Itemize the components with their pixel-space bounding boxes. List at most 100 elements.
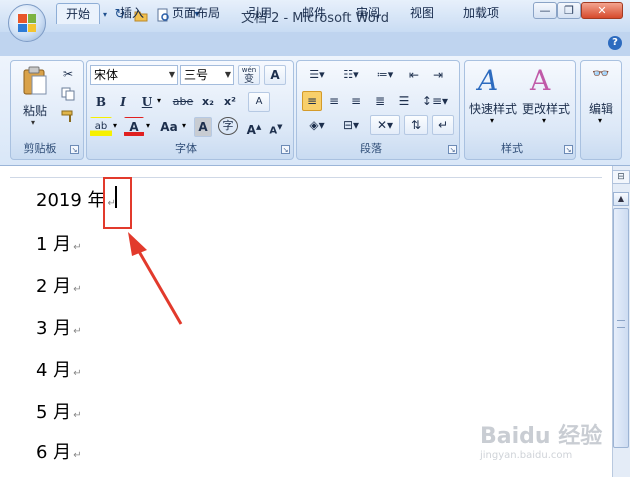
font-name-combo[interactable]: 宋体 ▼ [90,65,178,85]
tab-references[interactable]: 引用 [240,3,280,24]
change-styles-label: 更改样式 [521,102,570,116]
clipboard-launcher-icon[interactable]: ↘ [70,145,79,154]
editing-label: 编辑 [588,102,613,116]
doc-line-3[interactable]: 2 月 ↵ [36,272,82,298]
close-button[interactable]: ✕ [581,2,623,19]
quick-styles-icon: A [478,64,499,97]
text-highlight-button[interactable]: ab [90,117,112,137]
paragraph-mark: ↵ [73,326,82,337]
align-right-icon[interactable]: ≡ [346,91,366,111]
grow-font-button[interactable]: A▲ [244,117,264,137]
shrink-font-button[interactable]: A▼ [266,117,286,137]
styles-launcher-icon[interactable]: ↘ [564,145,573,154]
baidu-watermark: Baidu 经验 jingyan.baidu.com [480,418,605,468]
restore-button[interactable]: ❐ [557,2,581,19]
paste-label: 粘贴 [22,104,47,118]
character-shading-button[interactable]: A [194,117,212,137]
tab-home[interactable]: 开始 [56,3,100,24]
doc-line-7[interactable]: 6 月 ↵ [36,438,82,464]
doc-line-5[interactable]: 4 月 ↵ [36,356,82,382]
italic-button[interactable]: I [114,92,132,112]
split-box-icon[interactable]: ⊟ [612,170,630,184]
paste-button[interactable]: 粘贴 ▾ [18,64,52,134]
justify-icon[interactable]: ≣ [370,91,390,111]
paragraph-launcher-icon[interactable]: ↘ [448,145,457,154]
paragraph-mark: ↵ [73,410,82,421]
change-case-button[interactable]: Aa [156,117,182,137]
change-styles-button[interactable]: A 更改样式 ▾ [520,64,572,136]
strikethrough-button[interactable]: abe [170,92,196,112]
tab-mailings[interactable]: 邮件 [294,3,334,24]
paragraph-mark: ↵ [73,450,82,461]
change-case-dropdown-icon[interactable]: ▾ [182,121,186,130]
underline-dropdown-icon[interactable]: ▾ [157,96,161,105]
decrease-indent-icon[interactable]: ⇤ [404,65,424,85]
ribbon-tabs [0,32,630,56]
annotation-highlight-box [103,177,132,229]
watermark-main: Baidu 经验 [480,424,603,449]
editing-button[interactable]: 👓 编辑 ▾ [582,64,620,136]
phonetic-guide-button[interactable]: wén 变 [238,65,260,85]
distributed-icon[interactable]: ☰ [394,91,414,111]
tab-review[interactable]: 审阅 [348,3,388,24]
show-marks-icon[interactable]: ↵ [432,115,454,135]
phonetic-guide-char: 变 [244,74,254,85]
doc-line-2[interactable]: 1 月 ↵ [36,230,82,256]
copy-icon[interactable] [58,86,78,106]
underline-button[interactable]: U [138,92,156,112]
quick-styles-button[interactable]: A 快速样式 ▾ [468,64,518,136]
help-icon[interactable]: ? [608,36,622,50]
tab-insert[interactable]: 插入 [112,3,152,24]
borders-icon[interactable]: ⊟▾ [336,115,366,135]
font-color-dropdown-icon[interactable]: ▾ [146,121,150,130]
align-center-icon[interactable]: ≡ [324,91,344,111]
quick-styles-label: 快速样式 [468,102,517,116]
doc-line-text: 1 月 [36,234,72,255]
font-size-combo[interactable]: 三号 ▼ [180,65,234,85]
numbering-icon[interactable]: ☷▾ [336,65,366,85]
paragraph-group-label: 段落 [360,142,382,155]
subscript-button[interactable]: x₂ [198,92,218,112]
doc-line-text: 4 月 [36,360,72,381]
tab-addins[interactable]: 加载项 [456,3,506,24]
paragraph-mark: ↵ [73,242,82,253]
shading-icon[interactable]: ◈▾ [302,115,332,135]
editing-dropdown-icon: ▾ [598,116,603,125]
tab-page-layout[interactable]: 页面布局 [166,3,226,24]
multilevel-list-icon[interactable]: ≔▾ [370,65,400,85]
doc-line-text: 3 月 [36,318,72,339]
bold-button[interactable]: B [92,92,110,112]
binoculars-icon: 👓 [592,66,610,82]
font-launcher-icon[interactable]: ↘ [281,145,290,154]
superscript-button[interactable]: x² [220,92,240,112]
cut-icon[interactable]: ✂ [58,64,78,84]
doc-line-text: 5 月 [36,402,72,423]
tab-view[interactable]: 视图 [402,3,442,24]
format-painter-icon[interactable] [58,108,78,128]
paste-dropdown-icon: ▾ [31,118,36,127]
clear-formatting-button[interactable]: A [248,92,270,112]
scroll-up-icon[interactable]: ▲ [613,192,629,206]
font-size-value: 三号 [184,68,209,82]
font-color-button[interactable]: A [124,117,144,137]
character-border-button[interactable]: A [264,65,286,85]
font-group-label: 字体 [175,142,197,155]
scroll-thumb[interactable] [613,208,629,448]
doc-line-text: 6 月 [36,442,72,463]
increase-indent-icon[interactable]: ⇥ [428,65,448,85]
enclose-characters-button[interactable]: 字 [218,117,238,135]
bullets-icon[interactable]: ☰▾ [302,65,332,85]
change-styles-icon: A [530,64,551,97]
chinese-layout-icon[interactable]: ✕▾ [370,115,400,135]
line-spacing-icon[interactable]: ↕≡▾ [420,91,450,111]
doc-line-text: 2019 年 [36,190,106,211]
sort-icon[interactable]: ⇅ [404,115,428,135]
doc-line-4[interactable]: 3 月 ↵ [36,314,82,340]
minimize-button[interactable]: — [533,2,557,19]
align-left-icon[interactable]: ≡ [302,91,322,111]
chevron-down-icon: ▼ [168,70,175,79]
highlight-dropdown-icon[interactable]: ▾ [113,121,117,130]
office-button[interactable] [8,4,46,42]
chevron-down-icon: ▼ [224,70,231,79]
doc-line-6[interactable]: 5 月 ↵ [36,398,82,424]
